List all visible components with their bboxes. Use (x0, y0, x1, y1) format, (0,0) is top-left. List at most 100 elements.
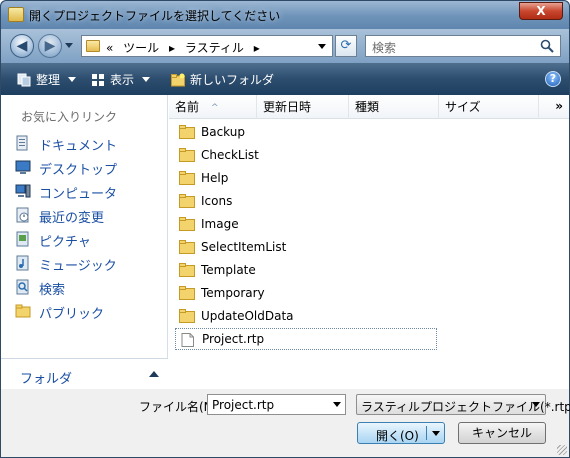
column-type-label: 種類 (355, 100, 380, 114)
favorite-search[interactable]: 検索 (15, 277, 165, 298)
organize-label: 整理 (36, 73, 61, 87)
dialog-folder-icon (8, 7, 24, 22)
list-item[interactable]: Temporary (175, 282, 437, 304)
breadcrumb-overflow[interactable]: « (106, 41, 113, 55)
folder-icon (179, 125, 195, 139)
command-bar: 整理 表示 新しいフォルダ ? (1, 63, 569, 95)
folder-icon (179, 286, 195, 300)
chevron-down-icon[interactable] (432, 431, 440, 436)
breadcrumb-rastil[interactable]: ラスティル (185, 41, 244, 55)
list-item[interactable]: Template (175, 259, 437, 281)
breadcrumb: « ツール ▸ ラスティル ▸ (106, 39, 266, 56)
column-modified-label: 更新日時 (263, 100, 312, 114)
chevron-up-icon (149, 371, 159, 377)
breadcrumb-separator[interactable]: ▸ (169, 41, 175, 55)
favorite-label: ミュージック (39, 259, 117, 274)
file-name: Project.rtp (202, 332, 265, 346)
favorite-links-header: お気に入りリンク (21, 110, 118, 124)
breadcrumb-tools[interactable]: ツール (123, 41, 159, 55)
column-name[interactable]: 名前 ^ (169, 95, 257, 119)
recent-pages-dropdown-icon[interactable] (65, 43, 73, 48)
favorite-label: 最近の変更 (39, 211, 105, 226)
breadcrumb-separator[interactable]: ▸ (254, 41, 260, 55)
search-icon[interactable] (540, 39, 554, 53)
forward-button[interactable]: ▶ (38, 34, 62, 58)
favorite-label: 検索 (39, 283, 66, 298)
favorite-computer[interactable]: コンピュータ (15, 181, 165, 202)
back-button[interactable]: ◀ (10, 34, 34, 58)
new-folder-label: 新しいフォルダ (190, 73, 275, 87)
new-folder-button[interactable]: 新しいフォルダ (171, 71, 274, 88)
favorite-label: コンピュータ (39, 187, 118, 202)
favorite-public[interactable]: パブリック (15, 301, 165, 322)
column-modified[interactable]: 更新日時 (257, 95, 349, 119)
folders-toggle[interactable]: フォルダ (1, 358, 168, 389)
column-type[interactable]: 種類 (349, 95, 439, 119)
views-label: 表示 (110, 73, 135, 87)
folder-icon (179, 194, 195, 208)
favorite-label: ピクチャ (39, 235, 91, 250)
new-folder-icon (171, 73, 185, 87)
open-label: 開く(O) (376, 429, 419, 443)
list-item[interactable]: Image (175, 213, 437, 235)
resize-grip[interactable] (557, 445, 567, 455)
open-file-dialog: 開くプロジェクトファイルを選択してください X ◀ ▶ « ツール ▸ ラスティ… (0, 0, 570, 458)
favorite-music[interactable]: ミュージック (15, 253, 165, 274)
file-name: Help (201, 171, 229, 185)
dialog-footer: ファイル名(N): Project.rtp ラスティルプロジェクトファイル(*.… (1, 389, 570, 457)
chevron-down-icon (68, 77, 77, 82)
column-header-row: 名前 ^ 更新日時 種類 サイズ » (169, 95, 569, 119)
folder-icon (86, 40, 100, 52)
favorite-recent[interactable]: 最近の変更 (15, 205, 165, 226)
open-button[interactable]: 開く(O) (357, 422, 445, 444)
favorite-pictures[interactable]: ピクチャ (15, 229, 165, 250)
address-dropdown-icon[interactable] (318, 44, 326, 49)
list-item[interactable]: Icons (175, 190, 437, 212)
list-item[interactable]: Backup (175, 121, 437, 143)
list-item[interactable]: CheckList (175, 144, 437, 166)
column-size-label: サイズ (445, 100, 481, 114)
favorite-label: ドキュメント (39, 139, 118, 154)
desktop-icon (15, 160, 31, 174)
search-input[interactable]: 検索 (365, 35, 561, 57)
filename-value: Project.rtp (212, 398, 275, 412)
file-name: Backup (201, 125, 245, 139)
list-item[interactable]: UpdateOldData (175, 305, 437, 327)
cancel-button[interactable]: キャンセル (458, 422, 546, 444)
refresh-button[interactable]: ⟳ (335, 35, 357, 57)
file-name: Image (201, 217, 239, 231)
file-name: Temporary (201, 286, 265, 300)
close-button[interactable]: X (519, 2, 563, 20)
chevron-down-icon[interactable] (333, 402, 341, 407)
column-size[interactable]: サイズ (439, 95, 539, 119)
file-list: 名前 ^ 更新日時 種類 サイズ » Backup CheckList Help… (169, 95, 569, 389)
list-item-selected[interactable]: Project.rtp (175, 328, 437, 350)
file-name: Icons (201, 194, 233, 208)
list-item[interactable]: SelectItemList (175, 236, 437, 258)
file-icon (181, 333, 194, 347)
navigation-bar: ◀ ▶ « ツール ▸ ラスティル ▸ ⟳ 検索 (1, 29, 569, 63)
address-bar[interactable]: « ツール ▸ ラスティル ▸ (81, 35, 333, 57)
favorite-desktop[interactable]: デスクトップ (15, 157, 165, 178)
recent-icon (16, 207, 29, 223)
sort-ascending-icon: ^ (211, 103, 219, 113)
split-divider (426, 426, 427, 440)
public-folder-icon (15, 304, 31, 318)
folder-icon (179, 148, 195, 162)
help-icon[interactable]: ? (545, 71, 561, 87)
folder-icon (179, 240, 195, 254)
file-name: SelectItemList (201, 240, 287, 254)
organize-menu[interactable]: 整理 (17, 71, 77, 88)
filename-input[interactable]: Project.rtp (207, 394, 346, 415)
documents-icon (16, 135, 28, 151)
file-name: CheckList (201, 148, 259, 162)
list-item[interactable]: Help (175, 167, 437, 189)
more-columns-button[interactable]: » (555, 99, 563, 113)
organize-icon (17, 73, 31, 87)
favorite-documents[interactable]: ドキュメント (15, 133, 165, 154)
filetype-select[interactable]: ラスティルプロジェクトファイル(*.rtp) (356, 394, 570, 415)
views-menu[interactable]: 表示 (91, 71, 151, 88)
dialog-title: 開くプロジェクトファイルを選択してください (29, 9, 281, 23)
search-folder-icon (16, 279, 29, 295)
navigation-pane: お気に入りリンク ドキュメント デスクトップ コンピュータ 最近の変更 ピクチャ (1, 95, 168, 389)
